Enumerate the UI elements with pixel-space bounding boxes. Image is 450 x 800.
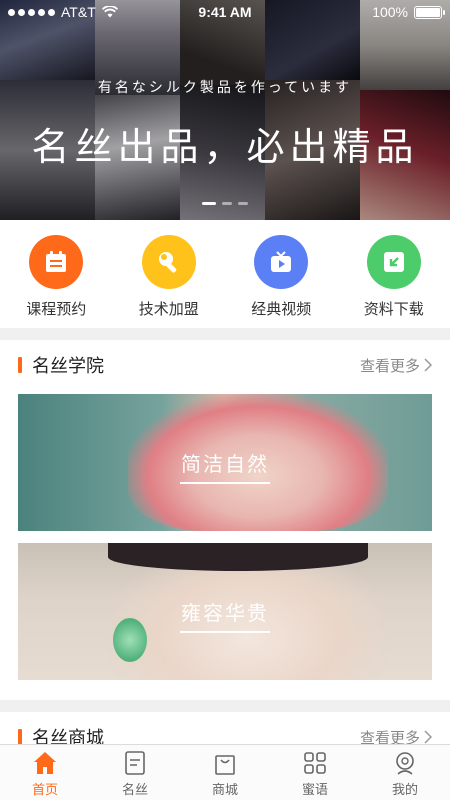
bottom-tab-bar: 首页 名丝 商城 蜜语 我的 bbox=[0, 744, 450, 800]
wrench-icon bbox=[141, 235, 196, 289]
quick-menu: 课程预约 技术加盟 经典视频 资料下载 bbox=[0, 220, 450, 328]
tab-me[interactable]: 我的 bbox=[360, 745, 450, 800]
caption-underline bbox=[180, 482, 270, 484]
tv-play-icon bbox=[254, 235, 309, 289]
shopping-bag-icon bbox=[215, 755, 235, 775]
section-title: 名丝学院 bbox=[32, 356, 104, 376]
document-icon bbox=[125, 751, 145, 775]
section-accent-bar bbox=[18, 357, 22, 373]
carrier-label: AT&T bbox=[61, 4, 96, 20]
banner-caption: 雍容华贵 bbox=[181, 603, 269, 625]
quick-item-label: 经典视频 bbox=[251, 301, 312, 318]
download-icon bbox=[366, 235, 421, 289]
home-icon bbox=[34, 752, 56, 774]
academy-section-header: 名丝学院 查看更多 bbox=[0, 340, 450, 390]
pager-dot[interactable] bbox=[222, 202, 232, 205]
tab-mall[interactable]: 商城 bbox=[180, 745, 270, 800]
academy-banner-natural[interactable]: 简洁自然 bbox=[18, 394, 432, 531]
carousel-pager[interactable] bbox=[0, 202, 450, 205]
user-icon bbox=[396, 752, 414, 775]
section-divider bbox=[0, 700, 450, 712]
hero-title: 名丝出品，必出精品 bbox=[31, 127, 419, 169]
signal-strength-icon bbox=[8, 8, 55, 16]
status-bar: AT&T 9:41 AM 100% bbox=[0, 0, 450, 24]
model-hair bbox=[108, 543, 368, 571]
pager-dot[interactable] bbox=[202, 202, 216, 205]
caption-underline bbox=[180, 631, 270, 633]
quick-item-label: 技术加盟 bbox=[138, 301, 199, 318]
tab-label: 名丝 bbox=[121, 782, 148, 797]
hero-photo-collage bbox=[0, 0, 450, 220]
section-accent-bar bbox=[18, 729, 22, 745]
tab-mingsi[interactable]: 名丝 bbox=[90, 745, 180, 800]
tab-home[interactable]: 首页 bbox=[0, 745, 90, 800]
pager-dot[interactable] bbox=[238, 202, 248, 205]
tab-label: 首页 bbox=[31, 782, 58, 797]
calendar-icon bbox=[29, 235, 84, 289]
academy-banner-elegant[interactable]: 雍容华贵 bbox=[18, 543, 432, 680]
tab-miyu[interactable]: 蜜语 bbox=[270, 745, 360, 800]
quick-item-label: 课程预约 bbox=[26, 301, 87, 318]
quick-item-course-booking[interactable]: 课程预约 bbox=[0, 220, 113, 328]
quick-item-label: 资料下载 bbox=[363, 301, 424, 318]
chevron-right-icon bbox=[424, 730, 432, 744]
quick-item-tech-franchise[interactable]: 技术加盟 bbox=[113, 220, 226, 328]
academy-see-more-link[interactable]: 查看更多 bbox=[360, 355, 432, 376]
grid-icon bbox=[304, 752, 326, 774]
battery-icon bbox=[414, 5, 445, 19]
chevron-right-icon bbox=[424, 358, 432, 372]
battery-percentage: 100% bbox=[372, 4, 408, 20]
section-divider bbox=[0, 328, 450, 340]
see-more-label: 查看更多 bbox=[359, 357, 420, 375]
tab-label: 商城 bbox=[211, 782, 238, 797]
hero-subtitle: 有名なシルク製品を作っています bbox=[97, 79, 353, 95]
quick-item-classic-video[interactable]: 经典视频 bbox=[225, 220, 338, 328]
wifi-icon bbox=[101, 6, 118, 18]
quick-item-download[interactable]: 资料下载 bbox=[338, 220, 450, 328]
banner-caption: 简洁自然 bbox=[181, 454, 269, 476]
tab-label: 蜜语 bbox=[301, 782, 328, 797]
tab-label: 我的 bbox=[391, 782, 418, 797]
hero-banner[interactable]: AT&T 9:41 AM 100% 有名なシルク製品を作っています 名丝出品，必… bbox=[0, 0, 450, 220]
